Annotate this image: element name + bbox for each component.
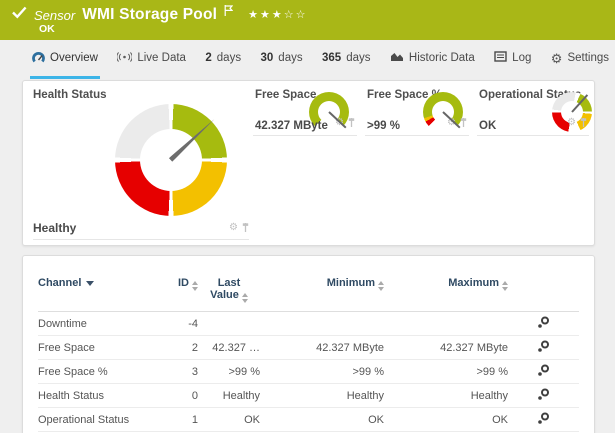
gauges-panel: Health Status Healthy ⚙ Free Space 42.32… <box>22 80 595 246</box>
table-header-row: Channel ID Last Value Minimum Maximum <box>38 276 579 312</box>
status-badge: OK <box>39 23 55 35</box>
channels-table: Channel ID Last Value Minimum Maximum Dow… <box>38 276 579 432</box>
free-space-title: Free Space <box>255 89 317 101</box>
pin-icon[interactable] <box>460 114 467 132</box>
pin-icon[interactable] <box>242 219 249 237</box>
tab-2-days[interactable]: 2 days <box>203 40 243 79</box>
channel-settings-icon[interactable] <box>537 412 550 428</box>
flag-icon[interactable] <box>224 3 234 21</box>
last-value: Healthy <box>222 389 260 402</box>
free-space-tile[interactable]: Free Space 42.327 MByte ⚙ <box>253 87 357 136</box>
operational-status-tile[interactable]: Operational Status OK ⚙ <box>477 87 592 136</box>
column-header-minimum[interactable]: Minimum <box>260 277 384 291</box>
tab-365-days[interactable]: 365 days <box>320 40 372 79</box>
last-value: OK <box>244 413 260 426</box>
gauge-icon <box>32 51 45 66</box>
tab-30-days[interactable]: 30 days <box>259 40 305 79</box>
channel-name: Operational Status <box>38 413 130 426</box>
sensor-type-label: Sensor <box>34 7 76 23</box>
sort-caret-icon <box>86 281 95 286</box>
tab-overview[interactable]: Overview <box>30 40 100 79</box>
column-header-channel[interactable]: Channel <box>38 277 166 289</box>
sort-icon <box>502 281 508 291</box>
maximum-value: Healthy <box>470 389 508 402</box>
health-gauge-title: Health Status <box>33 89 107 101</box>
tab-log[interactable]: Log <box>492 40 533 79</box>
channel-id: 3 <box>191 365 198 378</box>
minimum-value: >99 % <box>352 365 385 378</box>
health-gauge-value: Healthy <box>33 220 77 235</box>
channels-panel: Channel ID Last Value Minimum Maximum Dow… <box>22 255 595 433</box>
channel-settings-icon[interactable] <box>537 340 550 356</box>
table-row: Health Status 0 Healthy Healthy Healthy <box>38 384 579 408</box>
live-signal-icon <box>116 51 133 66</box>
channel-name: Free Space <box>38 341 95 354</box>
operational-status-value: OK <box>479 120 497 132</box>
tab-bar: Overview Live Data 2 days 30 days 365 da… <box>0 40 615 79</box>
tab-settings[interactable]: ⚙ Settings <box>549 40 611 79</box>
check-icon <box>12 6 27 24</box>
last-value: >99 % <box>228 365 261 378</box>
channel-id: 0 <box>191 389 198 402</box>
health-status-tile[interactable]: Health Status Healthy ⚙ <box>31 87 249 240</box>
free-space-pct-tile[interactable]: Free Space % >99 % ⚙ <box>365 87 469 136</box>
pin-icon[interactable] <box>580 114 587 132</box>
minimum-value: OK <box>368 413 384 426</box>
last-value: 42.327 … <box>212 341 260 354</box>
maximum-value: 42.327 MByte <box>440 341 508 354</box>
table-row: Free Space % 3 >99 % >99 % >99 % <box>38 360 579 384</box>
minimum-value: Healthy <box>346 389 384 402</box>
free-space-value: 42.327 MByte <box>255 120 328 132</box>
channel-name: Free Space % <box>38 365 108 378</box>
table-row: Operational Status 1 OK OK OK <box>38 408 579 432</box>
maximum-value: >99 % <box>476 365 509 378</box>
gear-icon[interactable]: ⚙ <box>229 222 238 233</box>
column-header-id[interactable]: ID <box>166 277 198 291</box>
table-row: Free Space 2 42.327 … 42.327 MByte 42.32… <box>38 336 579 360</box>
maximum-value: OK <box>492 413 508 426</box>
priority-stars[interactable]: ★★★☆☆ <box>248 8 307 21</box>
chart-icon <box>390 51 404 65</box>
column-header-maximum[interactable]: Maximum <box>384 277 508 291</box>
column-header-last-value[interactable]: Last Value <box>198 277 260 303</box>
minimum-value: 42.327 MByte <box>316 341 384 354</box>
log-icon <box>494 51 507 65</box>
tab-historic-data[interactable]: Historic Data <box>388 40 477 79</box>
channel-id: 2 <box>191 341 198 354</box>
gear-icon[interactable]: ⚙ <box>567 118 576 128</box>
channel-name: Downtime <box>38 317 87 330</box>
channel-id: -4 <box>188 317 198 330</box>
page-title: WMI Storage Pool <box>82 6 218 23</box>
table-row: Downtime -4 <box>38 312 579 336</box>
channel-settings-icon[interactable] <box>537 364 550 380</box>
channel-settings-icon[interactable] <box>537 388 550 404</box>
gear-icon: ⚙ <box>550 50 563 66</box>
sensor-header: Sensor WMI Storage Pool ★★★☆☆ OK <box>0 0 615 40</box>
channel-name: Health Status <box>38 389 105 402</box>
free-space-pct-value: >99 % <box>367 120 400 132</box>
sort-icon <box>241 293 248 303</box>
channel-settings-icon[interactable] <box>537 316 550 332</box>
tab-live-data[interactable]: Live Data <box>115 40 188 79</box>
channel-id: 1 <box>191 413 198 426</box>
pin-icon[interactable] <box>348 114 355 132</box>
